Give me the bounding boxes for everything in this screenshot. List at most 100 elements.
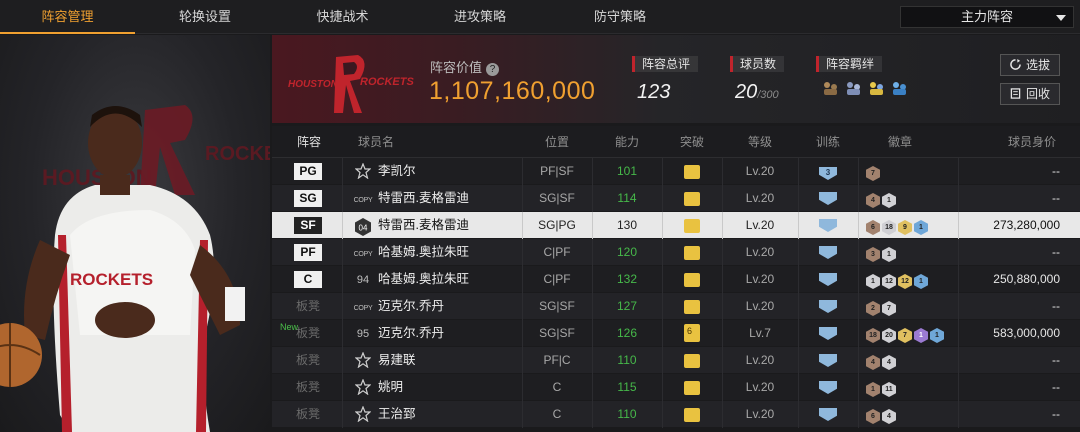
player-price: -- bbox=[1052, 245, 1060, 259]
column-divider bbox=[858, 320, 859, 347]
badge-list[interactable]: 7 bbox=[866, 158, 976, 185]
player-position: SG|SF bbox=[539, 326, 575, 340]
slot-label: 板凳 bbox=[295, 407, 320, 421]
player-name[interactable]: 哈基姆.奥拉朱旺 bbox=[378, 239, 498, 266]
header-level: 等级 bbox=[747, 135, 772, 149]
column-divider bbox=[342, 374, 343, 401]
table-row[interactable]: 板凳 COPY 迈克尔.乔丹 SG|SF 127 Lv.20 2 7 -- bbox=[272, 293, 1080, 320]
breakthrough-crown-icon[interactable]: 6 bbox=[662, 320, 722, 347]
table-row[interactable]: 板凳 姚明 C 115 Lv.20 1 11 -- bbox=[272, 374, 1080, 401]
badge-hex: 18 bbox=[882, 220, 896, 235]
badge-list[interactable]: 1 12 12 1 bbox=[866, 266, 976, 293]
table-row[interactable]: C 94 哈基姆.奥拉朱旺 C|PF 132 Lv.20 1 12 12 1 250,880,000 bbox=[272, 266, 1080, 293]
breakthrough-crown-icon[interactable] bbox=[662, 374, 722, 401]
breakthrough-crown-icon[interactable] bbox=[662, 185, 722, 212]
player-name[interactable]: 迈克尔.乔丹 bbox=[378, 320, 498, 347]
slot-label: PG bbox=[294, 158, 322, 185]
column-divider bbox=[342, 212, 343, 239]
player-position: C|PF bbox=[543, 245, 571, 259]
table-row[interactable]: SG COPY 特雷西.麦格雷迪 SG|SF 114 Lv.20 4 1 -- bbox=[272, 185, 1080, 212]
player-name[interactable]: 李凯尔 bbox=[378, 158, 498, 185]
table-row[interactable]: SF 04 特雷西.麦格雷迪 SG|PG 130 Lv.20 6 18 9 1 273,280,00… bbox=[272, 212, 1080, 239]
training-badge-icon[interactable] bbox=[798, 347, 858, 374]
training-badge-icon[interactable] bbox=[798, 401, 858, 428]
badge-list[interactable]: 18 20 7 1 1 bbox=[866, 320, 976, 347]
badge-hex: 18 bbox=[866, 328, 880, 343]
player-name[interactable]: 易建联 bbox=[378, 347, 498, 374]
player-name[interactable]: 特雷西.麦格雷迪 bbox=[378, 212, 498, 239]
training-badge-icon[interactable] bbox=[798, 266, 858, 293]
header-training: 训练 bbox=[815, 135, 840, 149]
training-badge-icon[interactable]: 3 bbox=[798, 158, 858, 185]
player-name[interactable]: 特雷西.麦格雷迪 bbox=[378, 185, 498, 212]
player-ability: 115 bbox=[617, 380, 637, 394]
bond-icon-1[interactable] bbox=[822, 80, 839, 97]
training-badge-icon[interactable] bbox=[798, 320, 858, 347]
tab-lineup-management[interactable]: 阵容管理 bbox=[0, 0, 135, 34]
player-price: 583,000,000 bbox=[993, 326, 1060, 340]
column-divider bbox=[858, 293, 859, 320]
slot-label: 板凳 bbox=[295, 380, 320, 394]
column-divider bbox=[342, 347, 343, 374]
column-divider bbox=[858, 212, 859, 239]
tab-defense-strategy[interactable]: 防守策略 bbox=[550, 0, 690, 34]
table-row[interactable]: New 板凳 95 迈克尔.乔丹 SG|SF 126 6 Lv.7 18 20 7 1 1 583,000… bbox=[272, 320, 1080, 347]
training-badge-icon[interactable] bbox=[798, 212, 858, 239]
table-row[interactable]: 板凳 王治郅 C 110 Lv.20 6 4 -- bbox=[272, 401, 1080, 428]
player-name[interactable]: 迈克尔.乔丹 bbox=[378, 293, 498, 320]
table-row[interactable]: 板凳 易建联 PF|C 110 Lv.20 4 4 -- bbox=[272, 347, 1080, 374]
player-name[interactable]: 哈基姆.奥拉朱旺 bbox=[378, 266, 498, 293]
roster-table: 阵容 球员名 位置 能力 突破 等级 训练 徽章 球员身价 PG 李凯尔 PF|SF… bbox=[272, 126, 1080, 428]
training-badge-icon[interactable] bbox=[798, 185, 858, 212]
badge-hex: 4 bbox=[882, 355, 896, 370]
badge-list[interactable]: 64 bbox=[866, 401, 976, 428]
player-level: Lv.20 bbox=[745, 380, 775, 394]
player-position: PF|SF bbox=[540, 164, 574, 178]
badge-list[interactable]: 6 18 9 1 bbox=[866, 212, 976, 239]
table-row[interactable]: PG 李凯尔 PF|SF 101 Lv.20 3 7 -- bbox=[272, 158, 1080, 185]
recycle-button[interactable]: 回收 bbox=[1000, 83, 1060, 105]
breakthrough-crown-icon[interactable] bbox=[662, 158, 722, 185]
badge-list[interactable]: 1 11 bbox=[866, 374, 976, 401]
training-badge-icon[interactable] bbox=[798, 239, 858, 266]
player-price: -- bbox=[1052, 407, 1060, 421]
badge-hex: 2 bbox=[866, 301, 880, 316]
tab-rotation-settings[interactable]: 轮换设置 bbox=[135, 0, 275, 34]
chevron-down-icon bbox=[1056, 15, 1066, 21]
badge-hex: 12 bbox=[898, 274, 912, 289]
tab-offense-strategy[interactable]: 进攻策略 bbox=[410, 0, 550, 34]
player-position: SG|SF bbox=[539, 299, 575, 313]
player-ability: 130 bbox=[616, 218, 638, 232]
player-name[interactable]: 姚明 bbox=[378, 374, 498, 401]
lineup-dropdown[interactable]: 主力阵容 bbox=[900, 6, 1074, 28]
breakthrough-crown-icon[interactable] bbox=[662, 293, 722, 320]
bond-icon-3[interactable] bbox=[868, 80, 885, 97]
refresh-icon bbox=[1010, 59, 1021, 70]
help-icon[interactable]: ? bbox=[486, 63, 500, 76]
column-divider bbox=[858, 185, 859, 212]
breakthrough-crown-icon[interactable] bbox=[662, 266, 722, 293]
training-badge-icon[interactable] bbox=[798, 374, 858, 401]
player-name[interactable]: 王治郅 bbox=[378, 401, 498, 428]
breakthrough-crown-icon[interactable] bbox=[662, 212, 722, 239]
training-badge-icon[interactable] bbox=[798, 293, 858, 320]
tab-quick-tactics[interactable]: 快捷战术 bbox=[275, 0, 410, 34]
badge-hex: 4 bbox=[882, 409, 896, 424]
select-player-button[interactable]: 选拔 bbox=[1000, 54, 1060, 76]
svg-text:04: 04 bbox=[359, 224, 368, 233]
breakthrough-crown-icon[interactable] bbox=[662, 239, 722, 266]
breakthrough-crown-icon[interactable] bbox=[662, 401, 722, 428]
badge-list[interactable]: 44 bbox=[866, 347, 976, 374]
badge-list[interactable]: 31 bbox=[866, 239, 976, 266]
bond-icon-4[interactable] bbox=[891, 80, 908, 97]
badge-list[interactable]: 41 bbox=[866, 185, 976, 212]
player-position: SG|SF bbox=[539, 191, 575, 205]
jersey-number-badge: 04 bbox=[352, 212, 374, 239]
player-level: Lv.20 bbox=[745, 245, 775, 259]
badge-list[interactable]: 27 bbox=[866, 293, 976, 320]
breakthrough-crown-icon[interactable] bbox=[662, 347, 722, 374]
bond-icon-2[interactable] bbox=[845, 80, 862, 97]
player-price: -- bbox=[1052, 380, 1060, 394]
column-divider bbox=[342, 266, 343, 293]
table-row[interactable]: PF COPY 哈基姆.奥拉朱旺 C|PF 120 Lv.20 3 1 -- bbox=[272, 239, 1080, 266]
